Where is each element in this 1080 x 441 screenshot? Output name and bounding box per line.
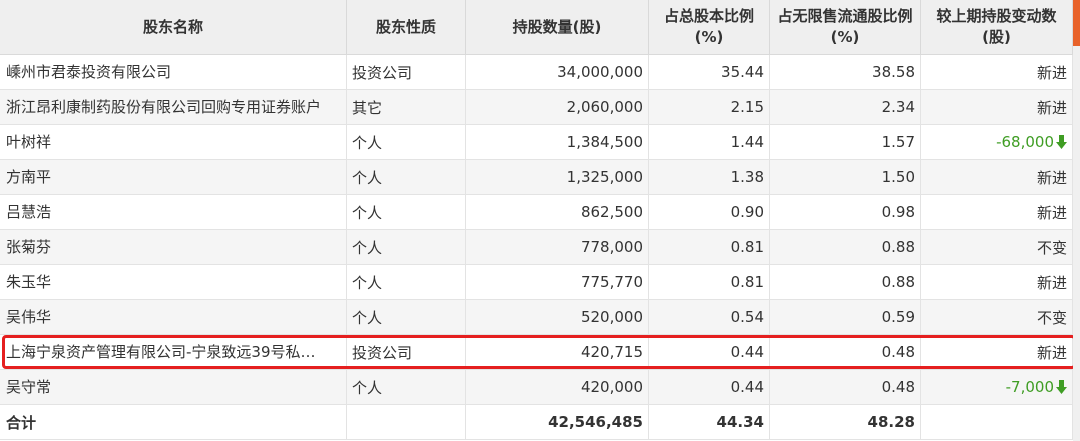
pct-float: 0.88 [770, 265, 921, 299]
pct-total: 0.44 [649, 335, 770, 369]
total-change-empty [921, 405, 1073, 439]
pct-total: 2.15 [649, 90, 770, 124]
scrollbar-track[interactable] [1073, 0, 1080, 441]
change-value: 不变 [921, 300, 1073, 334]
pct-float: 2.34 [770, 90, 921, 124]
header-pct-float[interactable]: 占无限售流通股比例(%) [770, 0, 921, 54]
pct-float: 0.59 [770, 300, 921, 334]
shareholder-nature: 个人 [347, 230, 466, 264]
total-nature-empty [347, 405, 466, 439]
total-shares: 42,546,485 [466, 405, 649, 439]
table-row[interactable]: 吕慧浩 个人 862,500 0.90 0.98 新进 [0, 195, 1080, 230]
pct-total: 1.44 [649, 125, 770, 159]
shares-held: 420,000 [466, 370, 649, 404]
change-decrease: -7,000 [1006, 378, 1067, 396]
pct-total: 0.44 [649, 370, 770, 404]
table-total-row: 合计 42,546,485 44.34 48.28 [0, 405, 1080, 440]
shareholder-table: 股东名称 股东性质 持股数量(股) 占总股本比例(%) 占无限售流通股比例(%)… [0, 0, 1080, 440]
header-shareholder-name[interactable]: 股东名称 [0, 0, 347, 54]
header-shares-held[interactable]: 持股数量(股) [466, 0, 649, 54]
total-pct-total: 44.34 [649, 405, 770, 439]
shareholder-nature: 投资公司 [347, 335, 466, 369]
shareholder-name: 朱玉华 [6, 273, 52, 291]
shares-held: 2,060,000 [466, 90, 649, 124]
shares-held: 775,770 [466, 265, 649, 299]
pct-float: 1.57 [770, 125, 921, 159]
table-row[interactable]: 吴守常 个人 420,000 0.44 0.48 -7,000 [0, 370, 1080, 405]
table-row[interactable]: 张菊芬 个人 778,000 0.81 0.88 不变 [0, 230, 1080, 265]
shareholder-name: 叶树祥 [6, 133, 52, 151]
shareholder-nature: 个人 [347, 125, 466, 159]
shareholder-name: 嵊州市君泰投资有限公司 [6, 63, 172, 81]
change-value: 新进 [921, 90, 1073, 124]
shareholder-nature: 其它 [347, 90, 466, 124]
shareholder-nature: 个人 [347, 195, 466, 229]
shares-held: 862,500 [466, 195, 649, 229]
change-value: 新进 [921, 55, 1073, 89]
pct-total: 0.81 [649, 230, 770, 264]
shares-held: 1,325,000 [466, 160, 649, 194]
shares-held: 34,000,000 [466, 55, 649, 89]
pct-float: 1.50 [770, 160, 921, 194]
table-row[interactable]: 朱玉华 个人 775,770 0.81 0.88 新进 [0, 265, 1080, 300]
table-row[interactable]: 方南平 个人 1,325,000 1.38 1.50 新进 [0, 160, 1080, 195]
shareholder-name: 浙江昂利康制药股份有限公司回购专用证券账户 [6, 98, 322, 116]
table-header: 股东名称 股东性质 持股数量(股) 占总股本比例(%) 占无限售流通股比例(%)… [0, 0, 1080, 55]
table-row[interactable]: 浙江昂利康制药股份有限公司回购专用证券账户 其它 2,060,000 2.15 … [0, 90, 1080, 125]
down-arrow-icon [1056, 380, 1067, 394]
pct-total: 0.54 [649, 300, 770, 334]
change-value: 新进 [921, 195, 1073, 229]
scrollbar-thumb[interactable] [1073, 0, 1080, 46]
shareholder-nature: 投资公司 [347, 55, 466, 89]
pct-float: 0.98 [770, 195, 921, 229]
shareholder-name: 上海宁泉资产管理有限公司-宁泉致远39号私… [6, 343, 316, 361]
shareholder-nature: 个人 [347, 265, 466, 299]
pct-total: 0.81 [649, 265, 770, 299]
shareholder-nature: 个人 [347, 160, 466, 194]
shareholder-name: 吕慧浩 [6, 203, 52, 221]
down-arrow-icon [1056, 135, 1067, 149]
pct-float: 0.48 [770, 335, 921, 369]
change-value: -68,000 [996, 133, 1054, 151]
total-label: 合计 [0, 405, 347, 439]
shares-held: 520,000 [466, 300, 649, 334]
shares-held: 420,715 [466, 335, 649, 369]
table-row-highlighted[interactable]: 上海宁泉资产管理有限公司-宁泉致远39号私… 投资公司 420,715 0.44… [0, 335, 1080, 370]
shareholder-name: 张菊芬 [6, 238, 52, 256]
shareholder-nature: 个人 [347, 370, 466, 404]
header-shareholder-nature[interactable]: 股东性质 [347, 0, 466, 54]
header-change[interactable]: 较上期持股变动数(股) [921, 0, 1073, 54]
shareholder-name: 吴守常 [6, 378, 52, 396]
pct-total: 35.44 [649, 55, 770, 89]
change-value: 新进 [921, 160, 1073, 194]
shareholder-name: 方南平 [6, 168, 52, 186]
total-pct-float: 48.28 [770, 405, 921, 439]
pct-float: 38.58 [770, 55, 921, 89]
header-pct-total[interactable]: 占总股本比例(%) [649, 0, 770, 54]
change-decrease: -68,000 [996, 133, 1067, 151]
pct-total: 1.38 [649, 160, 770, 194]
change-value: 不变 [921, 230, 1073, 264]
pct-float: 0.88 [770, 230, 921, 264]
pct-total: 0.90 [649, 195, 770, 229]
table-row[interactable]: 嵊州市君泰投资有限公司 投资公司 34,000,000 35.44 38.58 … [0, 55, 1080, 90]
change-value: 新进 [921, 335, 1073, 369]
table-row[interactable]: 吴伟华 个人 520,000 0.54 0.59 不变 [0, 300, 1080, 335]
shareholder-nature: 个人 [347, 300, 466, 334]
shares-held: 1,384,500 [466, 125, 649, 159]
table-row[interactable]: 叶树祥 个人 1,384,500 1.44 1.57 -68,000 [0, 125, 1080, 160]
pct-float: 0.48 [770, 370, 921, 404]
shares-held: 778,000 [466, 230, 649, 264]
change-value: 新进 [921, 265, 1073, 299]
shareholder-name: 吴伟华 [6, 308, 52, 326]
change-value: -7,000 [1005, 378, 1054, 396]
